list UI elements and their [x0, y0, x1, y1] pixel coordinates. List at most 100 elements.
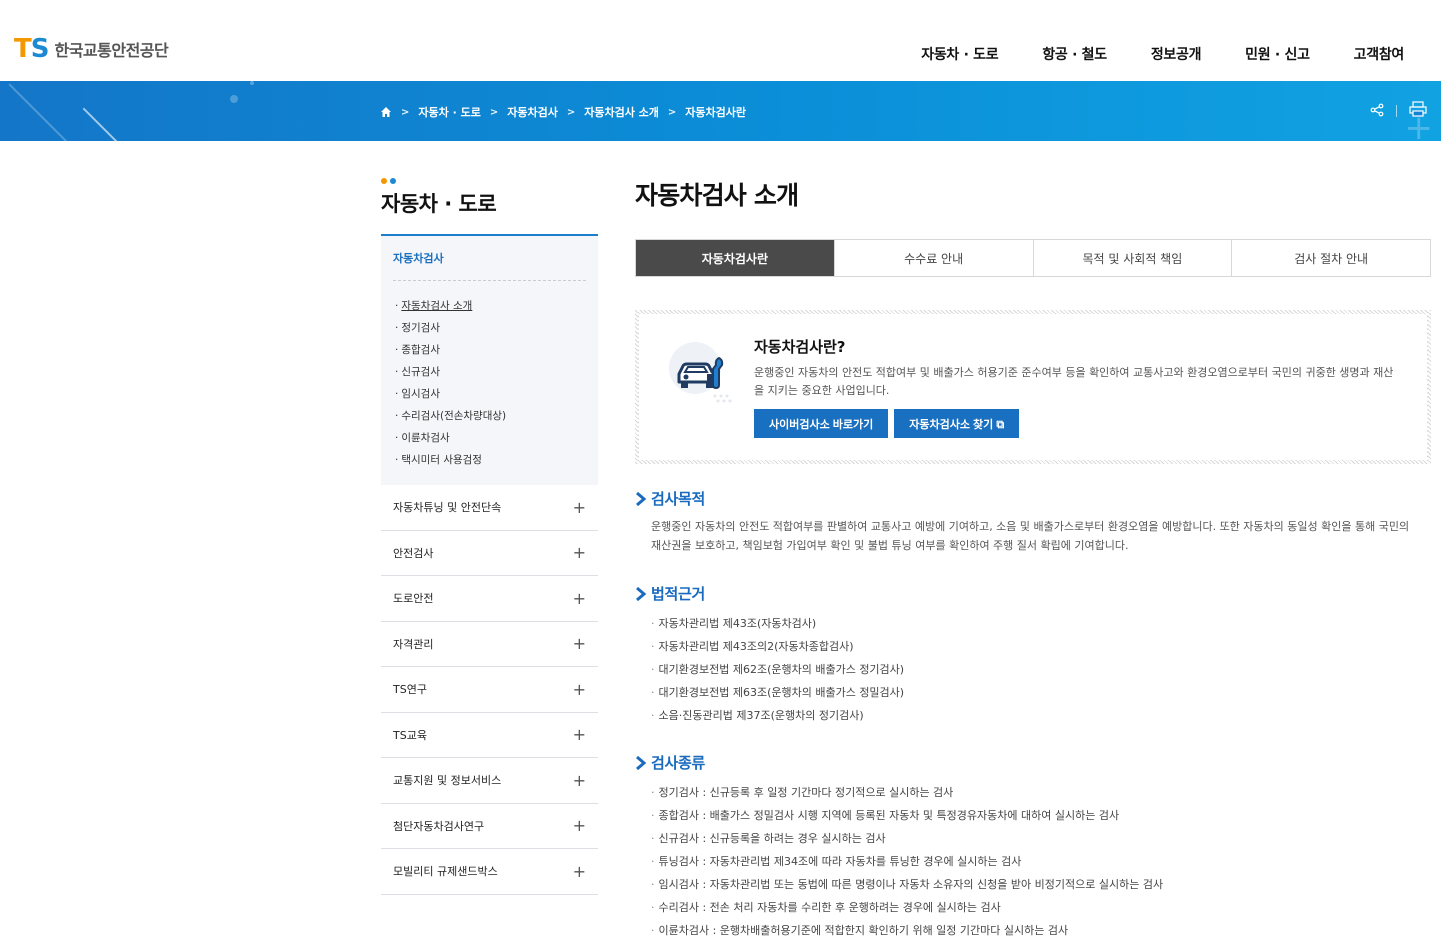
section-text: 운행중인 자동차의 안전도 적합여부를 판별하여 교통사고 예방에 기여하고, …: [651, 520, 1410, 552]
chevron-right-icon: [636, 755, 647, 770]
tab-purpose[interactable]: 목적 및 사회적 책임: [1032, 240, 1232, 276]
nav-info[interactable]: 정보공개: [1151, 44, 1202, 64]
sidebar-current-group: 자동차검사 · 자동차검사 소개 · 정기검사 · 종합검사 · 신규검사 · 임시검사 …: [381, 234, 598, 485]
chevron-right-icon: >: [401, 106, 410, 118]
chevron-right-icon: [636, 491, 647, 506]
plus-icon: +: [572, 543, 586, 563]
sidebar-sub-item[interactable]: · 정기검사: [393, 317, 586, 339]
sidebar-item-sandbox[interactable]: 모빌리티 규제샌드박스 +: [381, 849, 598, 895]
section-purpose: 검사목적 운행중인 자동차의 안전도 적합여부를 판별하여 교통사고 예방에 기…: [635, 488, 1431, 555]
sidebar-item-license[interactable]: 자격관리 +: [381, 622, 598, 667]
site-header: TS 한국교통안전공단 자동차 · 도로 항공 · 철도 정보공개 민원 · 신…: [0, 0, 1441, 81]
list-item: · 자동차관리법 제43조(자동차검사): [651, 617, 817, 630]
nav-car-road[interactable]: 자동차 · 도로: [921, 44, 998, 64]
plus-icon: +: [572, 770, 586, 790]
sidebar: 자동차 · 도로 자동차검사 · 자동차검사 소개 · 정기검사 · 종합검사 · 신규…: [381, 178, 598, 895]
intro-title: 자동차검사란?: [754, 338, 846, 356]
sidebar-sub-item[interactable]: · 종합검사: [393, 339, 586, 361]
sidebar-item-ts-education[interactable]: TS교육 +: [381, 713, 598, 758]
sidebar-sub-item[interactable]: · 자동차검사 소개: [393, 295, 586, 317]
section-title: 검사목적: [635, 488, 1431, 509]
dot-orange: [381, 178, 387, 184]
breadcrumb-item[interactable]: 자동차 · 도로: [418, 104, 480, 120]
intro-description: 운행중인 자동차의 안전도 적합여부 및 배출가스 허용기준 준수여부 등을 확…: [754, 366, 1394, 397]
tab-fees[interactable]: 수수료 안내: [833, 240, 1033, 276]
breadcrumb-band: + > 자동차 · 도로 > 자동차검사 > 자동차검사 소개 > 자동차검사란: [0, 81, 1441, 141]
tab-about[interactable]: 자동차검사란: [636, 240, 834, 276]
share-icon[interactable]: [1370, 102, 1384, 121]
breadcrumb-item[interactable]: 자동차검사: [507, 104, 558, 120]
sidebar-sub-item[interactable]: · 수리검사(전손차량대상): [393, 405, 586, 427]
plus-icon: +: [572, 725, 586, 745]
sidebar-sub-list: · 자동차검사 소개 · 정기검사 · 종합검사 · 신규검사 · 임시검사 · 수리검사(…: [393, 295, 586, 471]
divider: [1396, 105, 1397, 117]
section-title: 검사종류: [635, 752, 1431, 773]
section-types: 검사종류 · 정기검사 : 신규등록 후 일정 기간마다 정기적으로 실시하는 검…: [635, 752, 1431, 937]
list-item: · 종합검사 : 배출가스 정밀검사 시행 지역에 등록된 자동차 및 특정경유자…: [651, 809, 1120, 822]
types-list: · 정기검사 : 신규등록 후 일정 기간마다 정기적으로 실시하는 검사 · 종합…: [651, 781, 1431, 937]
home-icon[interactable]: [380, 106, 392, 118]
legal-list: · 자동차관리법 제43조(자동차검사) · 자동차관리법 제43조의2(자동차종합…: [651, 612, 1431, 727]
intro-buttons: 사이버검사소 바로가기 자동차검사소 찾기 ⧉: [754, 409, 1020, 438]
decor-dot: [250, 81, 254, 85]
breadcrumb: > 자동차 · 도로 > 자동차검사 > 자동차검사 소개 > 자동차검사란: [380, 104, 746, 120]
sidebar-sub-item[interactable]: · 신규검사: [393, 361, 586, 383]
page-title: 자동차검사 소개: [635, 181, 799, 210]
find-inspection-station-button[interactable]: 자동차검사소 찾기 ⧉: [894, 409, 1020, 438]
sidebar-item-ts-research[interactable]: TS연구 +: [381, 667, 598, 713]
decor-line: [8, 83, 74, 141]
dot-blue: [390, 178, 396, 184]
nav-air-rail[interactable]: 항공 · 철도: [1042, 44, 1107, 64]
list-item: · 튜닝검사 : 자동차관리법 제34조에 따라 자동차를 튜닝한 경우에 실시하…: [651, 855, 1022, 868]
list-item: · 정기검사 : 신규등록 후 일정 기간마다 정기적으로 실시하는 검사: [651, 786, 954, 799]
chevron-right-icon: [636, 586, 647, 601]
sidebar-menu: 자동차튜닝 및 안전단속 + 안전검사 + 도로안전 + 자격관리 + TS연구 + TS…: [381, 485, 598, 895]
logo-text: 한국교통안전공단: [54, 41, 169, 60]
chevron-right-icon: >: [489, 106, 499, 118]
plus-icon: +: [572, 861, 586, 881]
band-tools: [1370, 101, 1427, 121]
sidebar-item-advanced-research[interactable]: 첨단자동차검사연구 +: [381, 804, 598, 849]
cyber-inspection-button[interactable]: 사이버검사소 바로가기: [754, 409, 889, 438]
plus-icon: +: [572, 588, 586, 608]
print-icon[interactable]: [1409, 101, 1427, 121]
sidebar-sub-item[interactable]: · 이륜차검사: [393, 427, 586, 449]
list-item: · 대기환경보전법 제62조(운행차의 배출가스 정기검사): [651, 663, 905, 676]
plus-icon: +: [572, 497, 586, 517]
tab-bar: 자동차검사란 수수료 안내 목적 및 사회적 책임 검사 절차 안내: [635, 239, 1431, 277]
plus-icon: +: [572, 816, 586, 836]
tab-procedure[interactable]: 검사 절차 안내: [1231, 240, 1430, 276]
decor-dot: [230, 95, 238, 103]
list-item: · 신규검사 : 신규등록을 하려는 경우 실시하는 검사: [651, 832, 886, 845]
sidebar-title: 자동차 · 도로: [381, 192, 497, 216]
list-item: · 임시검사 : 자동차관리법 또는 동법에 따른 명령이나 자동차 소유자의 신…: [651, 878, 1164, 891]
decor-line: [82, 107, 120, 141]
sidebar-sub-item[interactable]: · 임시검사: [393, 383, 586, 405]
chevron-right-icon: >: [667, 106, 677, 118]
logo[interactable]: TS 한국교통안전공단: [14, 34, 169, 64]
section-title: 법적근거: [635, 583, 1431, 604]
breadcrumb-item[interactable]: 자동차검사 소개: [584, 104, 659, 120]
global-nav: 자동차 · 도로 항공 · 철도 정보공개 민원 · 신고 고객참여: [877, 44, 1404, 64]
car-repair-icon: [665, 338, 739, 412]
main-content: 자동차검사 소개 자동차검사란 수수료 안내 목적 및 사회적 책임 검사 절차…: [635, 176, 1431, 937]
section-legal: 법적근거 · 자동차관리법 제43조(자동차검사) · 자동차관리법 제43조의2(…: [635, 583, 1431, 727]
intro-box: 자동차검사란? 운행중인 자동차의 안전도 적합여부 및 배출가스 허용기준 준…: [635, 310, 1431, 464]
logo-mark: TS: [14, 34, 49, 64]
intro-box-inner: 자동차검사란? 운행중인 자동차의 안전도 적합여부 및 배출가스 허용기준 준…: [639, 314, 1427, 460]
nav-customer[interactable]: 고객참여: [1354, 44, 1405, 64]
sidebar-item-safety-inspection[interactable]: 안전검사 +: [381, 531, 598, 576]
plus-icon: +: [572, 634, 586, 654]
list-item: · 이륜차검사 : 운행차배출허용기준에 적합한지 확인하기 위해 일정 기간마다…: [651, 924, 1069, 937]
sidebar-item-road-safety[interactable]: 도로안전 +: [381, 576, 598, 622]
sidebar-item-current[interactable]: 자동차검사: [393, 250, 586, 281]
breadcrumb-item-current[interactable]: 자동차검사란: [685, 104, 746, 120]
nav-complaint[interactable]: 민원 · 신고: [1245, 44, 1310, 64]
list-item: · 수리검사 : 전손 처리 자동차를 수리한 후 운행하려는 경우에 실시하는 …: [651, 901, 1001, 914]
list-item: · 소음·진동관리법 제37조(운행차의 정기검사): [651, 709, 864, 722]
sidebar-sub-item[interactable]: · 택시미터 사용검정: [393, 449, 586, 471]
list-item: · 대기환경보전법 제63조(운행차의 배출가스 정밀검사): [651, 686, 905, 699]
sidebar-item-tuning[interactable]: 자동차튜닝 및 안전단속 +: [381, 485, 598, 531]
sidebar-item-traffic-support[interactable]: 교통지원 및 정보서비스 +: [381, 758, 598, 804]
chevron-right-icon: >: [566, 106, 576, 118]
